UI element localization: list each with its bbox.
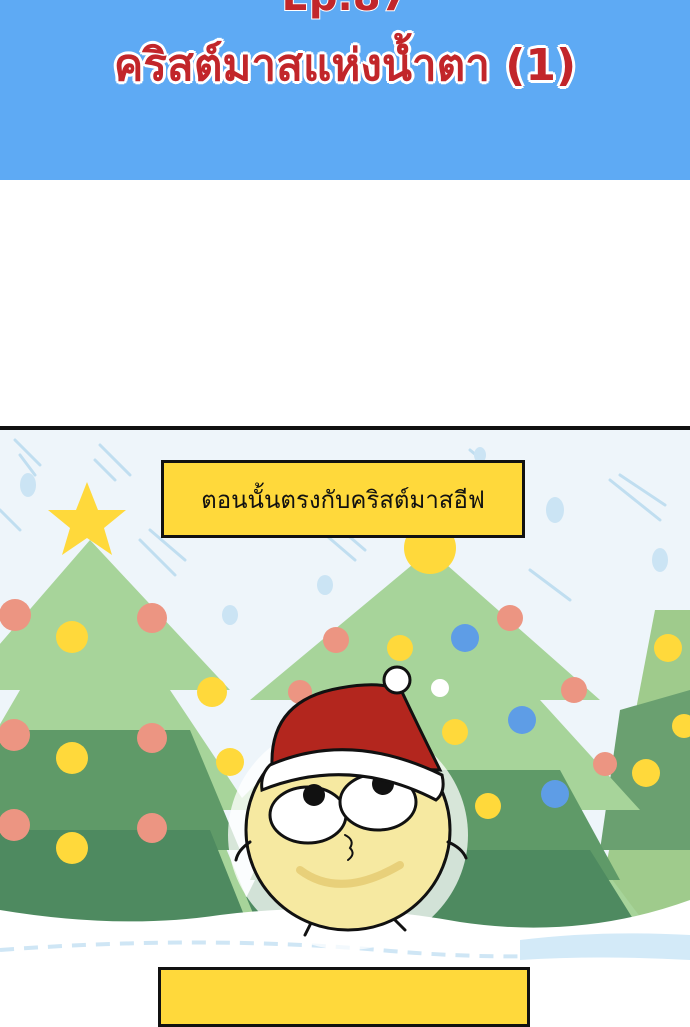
narration-caption-next [158,967,530,1027]
episode-header: Ep.87 คริสต์มาสแห่งน้ำตา (1) [0,0,690,180]
episode-number: Ep.87 [0,0,690,21]
episode-title: คริสต์มาสแห่งน้ำตา (1) [113,40,577,91]
narration-caption: ตอนนั้นตรงกับคริสต์มาสอีฟ [161,460,525,538]
tree-left [0,540,260,930]
